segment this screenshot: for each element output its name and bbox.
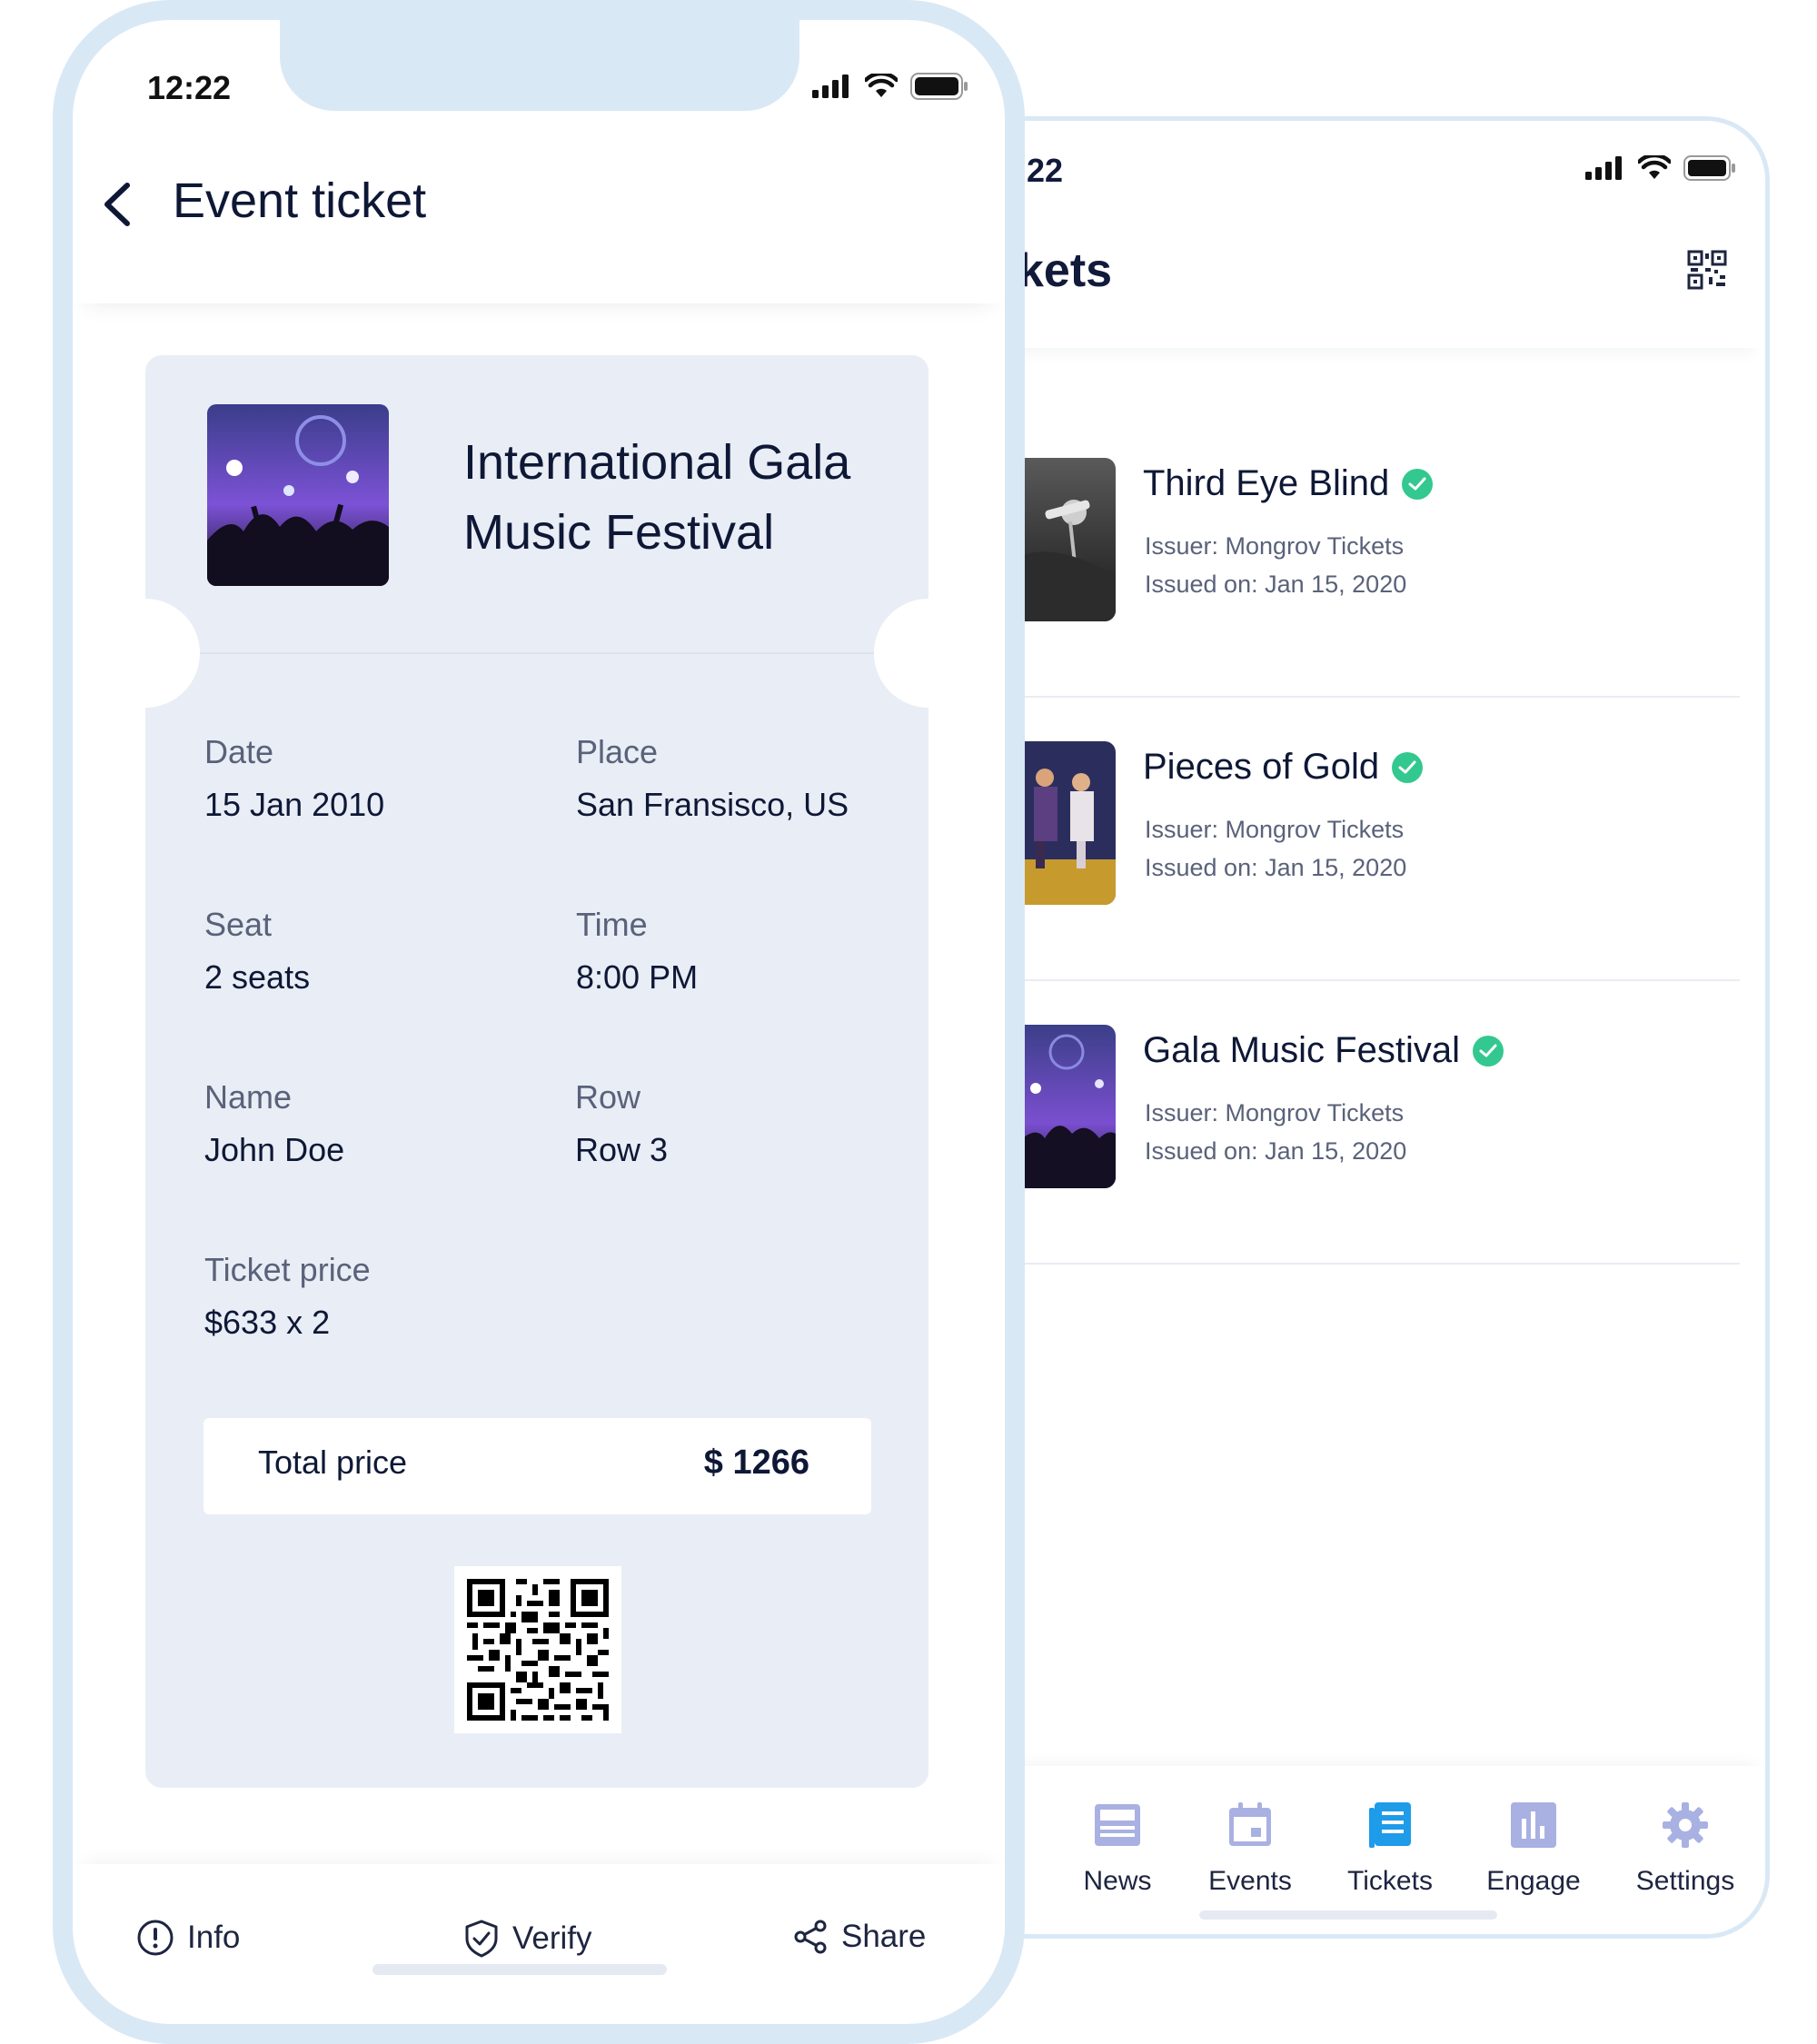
verify-button[interactable]: Verify [463,1919,592,1959]
ticket-notch [91,599,200,708]
tab-events[interactable]: Events [1177,1801,1323,1897]
verified-check-icon [1402,468,1434,500]
event-thumbnail [1018,458,1116,621]
status-icons [812,73,968,100]
tickets-screen: :22 kets Third Eye Blind Issuer: Mongrov… [908,116,1770,1939]
event-ticket-screen: 12:22 Event ticket International Gala Mu… [53,0,1025,2044]
ticket-title: Third Eye Blind [1143,463,1434,504]
time-label: Time [576,906,648,943]
tab-settings[interactable]: Settings [1613,1801,1758,1897]
share-button[interactable]: Share [792,1919,926,1955]
ticket-price-label: Ticket price [204,1251,371,1288]
ticket-header: Event ticket [73,111,1005,303]
date-label: Date [204,733,274,770]
tickets-header: :22 kets [908,121,1765,348]
gear-icon [1663,1802,1708,1848]
total-price-box: Total price $ 1266 [204,1418,871,1514]
event-name: International Gala Music Festival [463,435,851,560]
ticket-title: Pieces of Gold [1143,747,1424,788]
ticket-divider [200,652,874,654]
page-title: kets [1018,244,1113,297]
tab-engage[interactable]: Engage [1461,1801,1606,1897]
ticket-issued-date: Issued on: Jan 15, 2020 [1145,1137,1407,1165]
status-icons [1585,155,1736,181]
chart-icon [1511,1802,1556,1848]
ticket-title: Gala Music Festival [1143,1030,1504,1071]
info-button[interactable]: Info [136,1919,240,1957]
place-label: Place [576,733,659,770]
verified-check-icon [1472,1035,1504,1067]
ticket-issued-date: Issued on: Jan 15, 2020 [1145,571,1407,598]
row-label: Row [575,1078,641,1116]
total-price-label: Total price [258,1444,408,1481]
qr-code-icon[interactable] [1687,250,1727,290]
wifi-icon [1638,155,1671,179]
info-icon [137,1920,174,1956]
calendar-icon [1229,1802,1271,1846]
news-icon [1095,1804,1140,1846]
date-value: 15 Jan 2010 [204,786,385,823]
battery-icon [910,73,968,100]
share-icon [794,1920,827,1954]
event-thumbnail [1018,741,1116,905]
list-item[interactable]: Gala Music Festival Issuer: Mongrov Tick… [1018,983,1740,1265]
notch [280,20,799,111]
bottom-tab-bar: News Events Tickets Engage Settings [908,1766,1765,1934]
seat-label: Seat [204,906,273,943]
total-price-value: $ 1266 [703,1444,809,1482]
list-item[interactable]: Pieces of Gold Issuer: Mongrov Tickets I… [1018,700,1740,981]
verified-check-icon [1392,751,1424,783]
ticket-card: International Gala Music Festival Date 1… [91,355,983,1788]
name-label: Name [204,1078,293,1116]
page-title: Event ticket [173,174,427,228]
shield-check-icon [465,1920,498,1958]
row-value: Row 3 [575,1131,669,1168]
signal-icon [1585,156,1622,180]
event-thumbnail [1018,1025,1116,1188]
place-value: San Fransisco, US [576,786,849,823]
ticket-issuer: Issuer: Mongrov Tickets [1145,532,1405,560]
event-image [207,404,389,586]
back-arrow-icon[interactable] [100,182,136,227]
tickets-icon [1369,1802,1411,1848]
home-indicator [372,1964,667,1975]
name-value: John Doe [204,1131,345,1168]
signal-icon [812,74,849,98]
ticket-price-value: $633 x 2 [204,1304,331,1341]
battery-icon [1683,155,1735,181]
tab-tickets[interactable]: Tickets [1317,1801,1463,1897]
ticket-issued-date: Issued on: Jan 15, 2020 [1145,854,1407,881]
status-time: 12:22 [147,69,232,106]
time-value: 8:00 PM [576,958,699,996]
list-item[interactable]: Third Eye Blind Issuer: Mongrov Tickets … [1018,416,1740,698]
seat-value: 2 seats [204,958,311,996]
wifi-icon [865,74,898,97]
home-indicator [1199,1910,1497,1920]
ticket-issuer: Issuer: Mongrov Tickets [1145,816,1405,843]
ticket-action-bar: Info Verify Share [73,1864,1005,2009]
ticket-notch [874,599,983,708]
qr-code [454,1566,621,1733]
tab-news[interactable]: News [1045,1801,1190,1897]
ticket-issuer: Issuer: Mongrov Tickets [1145,1099,1405,1126]
